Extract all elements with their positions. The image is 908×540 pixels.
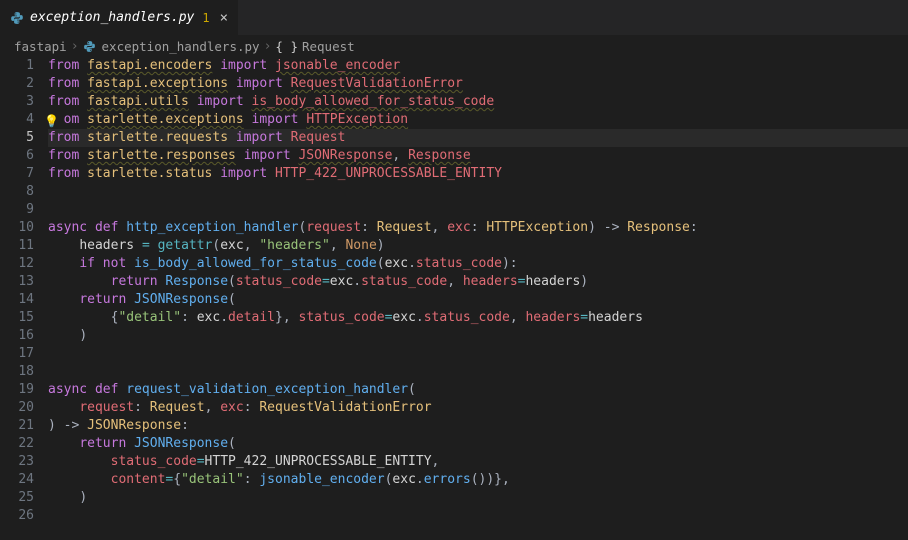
code-line[interactable]: from fastapi.encoders import jsonable_en…: [48, 57, 908, 75]
code-line[interactable]: status_code=HTTP_422_UNPROCESSABLE_ENTIT…: [48, 453, 908, 471]
breadcrumb-symbol[interactable]: { } Request: [275, 39, 354, 54]
code-area[interactable]: from fastapi.encoders import jsonable_en…: [48, 57, 908, 540]
code-line[interactable]: return Response(status_code=exc.status_c…: [48, 273, 908, 291]
tab-bar: exception_handlers.py 1 ×: [0, 0, 908, 35]
chevron-right-icon: ›: [264, 39, 272, 54]
line-number: 24: [0, 471, 34, 489]
line-number: 9: [0, 201, 34, 219]
breadcrumb-folder[interactable]: fastapi: [14, 39, 67, 54]
chevron-right-icon: ›: [71, 39, 79, 54]
line-number: 15: [0, 309, 34, 327]
code-line[interactable]: headers = getattr(exc, "headers", None): [48, 237, 908, 255]
line-number: 14: [0, 291, 34, 309]
line-number: 22: [0, 435, 34, 453]
breadcrumb-file[interactable]: exception_handlers.py: [83, 39, 260, 54]
code-line[interactable]: ): [48, 489, 908, 507]
code-line[interactable]: [48, 201, 908, 219]
line-number: 6: [0, 147, 34, 165]
line-number: 23: [0, 453, 34, 471]
tab-problems-badge: 1: [202, 11, 209, 25]
breadcrumbs[interactable]: fastapi › exception_handlers.py › { } Re…: [0, 35, 908, 57]
editor-tab[interactable]: exception_handlers.py 1 ×: [0, 0, 239, 35]
line-number: 19: [0, 381, 34, 399]
line-number: 17: [0, 345, 34, 363]
line-number: 16: [0, 327, 34, 345]
code-line[interactable]: return JSONResponse(: [48, 435, 908, 453]
code-line[interactable]: content={"detail": jsonable_encoder(exc.…: [48, 471, 908, 489]
line-number: 20: [0, 399, 34, 417]
code-line[interactable]: from starlette.status import HTTP_422_UN…: [48, 165, 908, 183]
code-line[interactable]: ) -> JSONResponse:: [48, 417, 908, 435]
code-line[interactable]: if not is_body_allowed_for_status_code(e…: [48, 255, 908, 273]
line-number: 4: [0, 111, 34, 129]
code-line[interactable]: from starlette.requests import Request: [48, 129, 908, 147]
line-number: 13: [0, 273, 34, 291]
code-line[interactable]: [48, 345, 908, 363]
code-line[interactable]: [48, 183, 908, 201]
code-line[interactable]: 💡 om starlette.exceptions import HTTPExc…: [48, 111, 908, 129]
python-icon: [10, 11, 24, 25]
line-number: 5: [0, 129, 34, 147]
lightbulb-icon[interactable]: 💡: [44, 112, 59, 130]
code-line[interactable]: from fastapi.exceptions import RequestVa…: [48, 75, 908, 93]
close-icon[interactable]: ×: [220, 10, 228, 26]
code-line[interactable]: [48, 363, 908, 381]
code-line[interactable]: return JSONResponse(: [48, 291, 908, 309]
code-line[interactable]: [48, 507, 908, 525]
python-icon: [83, 40, 96, 53]
line-number: 18: [0, 363, 34, 381]
code-line[interactable]: request: Request, exc: RequestValidation…: [48, 399, 908, 417]
line-number: 7: [0, 165, 34, 183]
line-number: 3: [0, 93, 34, 111]
code-line[interactable]: async def request_validation_exception_h…: [48, 381, 908, 399]
tab-filename: exception_handlers.py: [30, 10, 194, 25]
code-line[interactable]: from starlette.responses import JSONResp…: [48, 147, 908, 165]
line-number: 2: [0, 75, 34, 93]
braces-icon: { }: [275, 39, 298, 54]
code-editor[interactable]: 1234567891011121314151617181920212223242…: [0, 57, 908, 540]
line-number: 1: [0, 57, 34, 75]
line-number: 10: [0, 219, 34, 237]
code-line[interactable]: ): [48, 327, 908, 345]
line-number: 8: [0, 183, 34, 201]
code-line[interactable]: from fastapi.utils import is_body_allowe…: [48, 93, 908, 111]
line-number: 12: [0, 255, 34, 273]
code-line[interactable]: {"detail": exc.detail}, status_code=exc.…: [48, 309, 908, 327]
code-line[interactable]: async def http_exception_handler(request…: [48, 219, 908, 237]
line-number-gutter: 1234567891011121314151617181920212223242…: [0, 57, 48, 540]
line-number: 25: [0, 489, 34, 507]
line-number: 11: [0, 237, 34, 255]
line-number: 21: [0, 417, 34, 435]
line-number: 26: [0, 507, 34, 525]
